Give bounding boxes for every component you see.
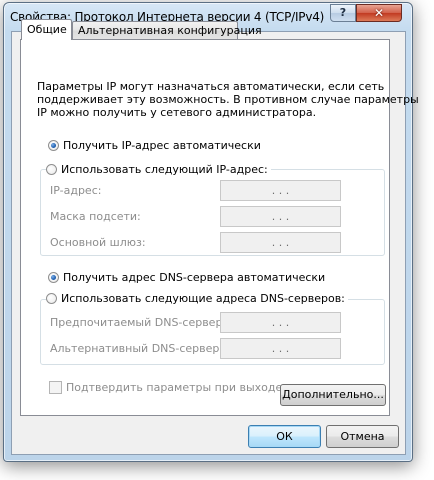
advanced-button[interactable]: Дополнительно... — [280, 384, 386, 406]
cancel-button[interactable]: Отмена — [326, 425, 399, 448]
close-icon: ✕ — [373, 6, 385, 20]
subnet-mask-label: Маска подсети: — [50, 210, 141, 223]
dns-auto-radio[interactable] — [48, 272, 59, 283]
description-line: поддерживает эту возможность. В противно… — [37, 93, 419, 106]
alternate-dns-label: Альтернативный DNS-сервер: — [50, 342, 224, 355]
default-gateway-dots: . . . — [271, 236, 290, 249]
cancel-button-label: Отмена — [340, 430, 385, 443]
ip-auto-label: Получить IP-адрес автоматически — [63, 139, 261, 152]
description-text: Параметры IP могут назначаться автоматич… — [37, 80, 419, 119]
ip-auto-radio[interactable] — [48, 140, 59, 151]
dns-auto-label: Получить адрес DNS-сервера автоматически — [63, 271, 326, 284]
preferred-dns-input[interactable]: . . . — [220, 312, 341, 333]
validate-checkbox[interactable] — [49, 381, 62, 394]
ip-address-input[interactable]: . . . — [220, 180, 341, 201]
ip-address-label: IP-адрес: — [50, 184, 102, 197]
default-gateway-input[interactable]: . . . — [220, 232, 341, 253]
validate-label: Подтвердить параметры при выходе — [66, 381, 283, 394]
ok-button[interactable]: ОК — [248, 425, 321, 448]
subnet-mask-input[interactable]: . . . — [220, 206, 341, 227]
preferred-dns-label: Предпочитаемый DNS-сервер: — [50, 316, 227, 329]
subnet-mask-dots: . . . — [271, 210, 290, 223]
ip-address-dots: . . . — [271, 184, 290, 197]
default-gateway-label: Основной шлюз: — [50, 236, 146, 249]
close-button[interactable]: ✕ — [356, 4, 402, 22]
description-line: Параметры IP могут назначаться автоматич… — [37, 80, 385, 93]
dns-manual-radio[interactable] — [46, 293, 57, 304]
ip-manual-radio[interactable] — [46, 164, 57, 175]
ip-manual-label: Использовать следующий IP-адрес: — [61, 163, 268, 176]
dns-manual-label: Использовать следующие адреса DNS-сервер… — [61, 292, 345, 305]
alternate-dns-dots: . . . — [271, 342, 290, 355]
ip-manual-option[interactable]: Использовать следующий IP-адрес: — [46, 163, 271, 177]
validate-option[interactable]: Подтвердить параметры при выходе — [49, 381, 286, 395]
preferred-dns-dots: . . . — [271, 316, 290, 329]
description-line: IP можно получить у сетевого администрат… — [37, 106, 317, 119]
alternate-dns-input[interactable]: . . . — [220, 338, 341, 359]
ip-auto-option[interactable]: Получить IP-адрес автоматически — [48, 139, 264, 153]
dns-manual-option[interactable]: Использовать следующие адреса DNS-сервер… — [46, 292, 348, 306]
help-button[interactable]: ? — [330, 4, 356, 22]
advanced-button-label: Дополнительно... — [282, 388, 384, 401]
ok-button-label: ОК — [276, 430, 293, 443]
dns-auto-option[interactable]: Получить адрес DNS-сервера автоматически — [48, 271, 329, 285]
tab-general[interactable]: Общие — [21, 19, 72, 40]
tab-alternate-configuration[interactable]: Альтернативная конфигурация — [72, 21, 262, 39]
